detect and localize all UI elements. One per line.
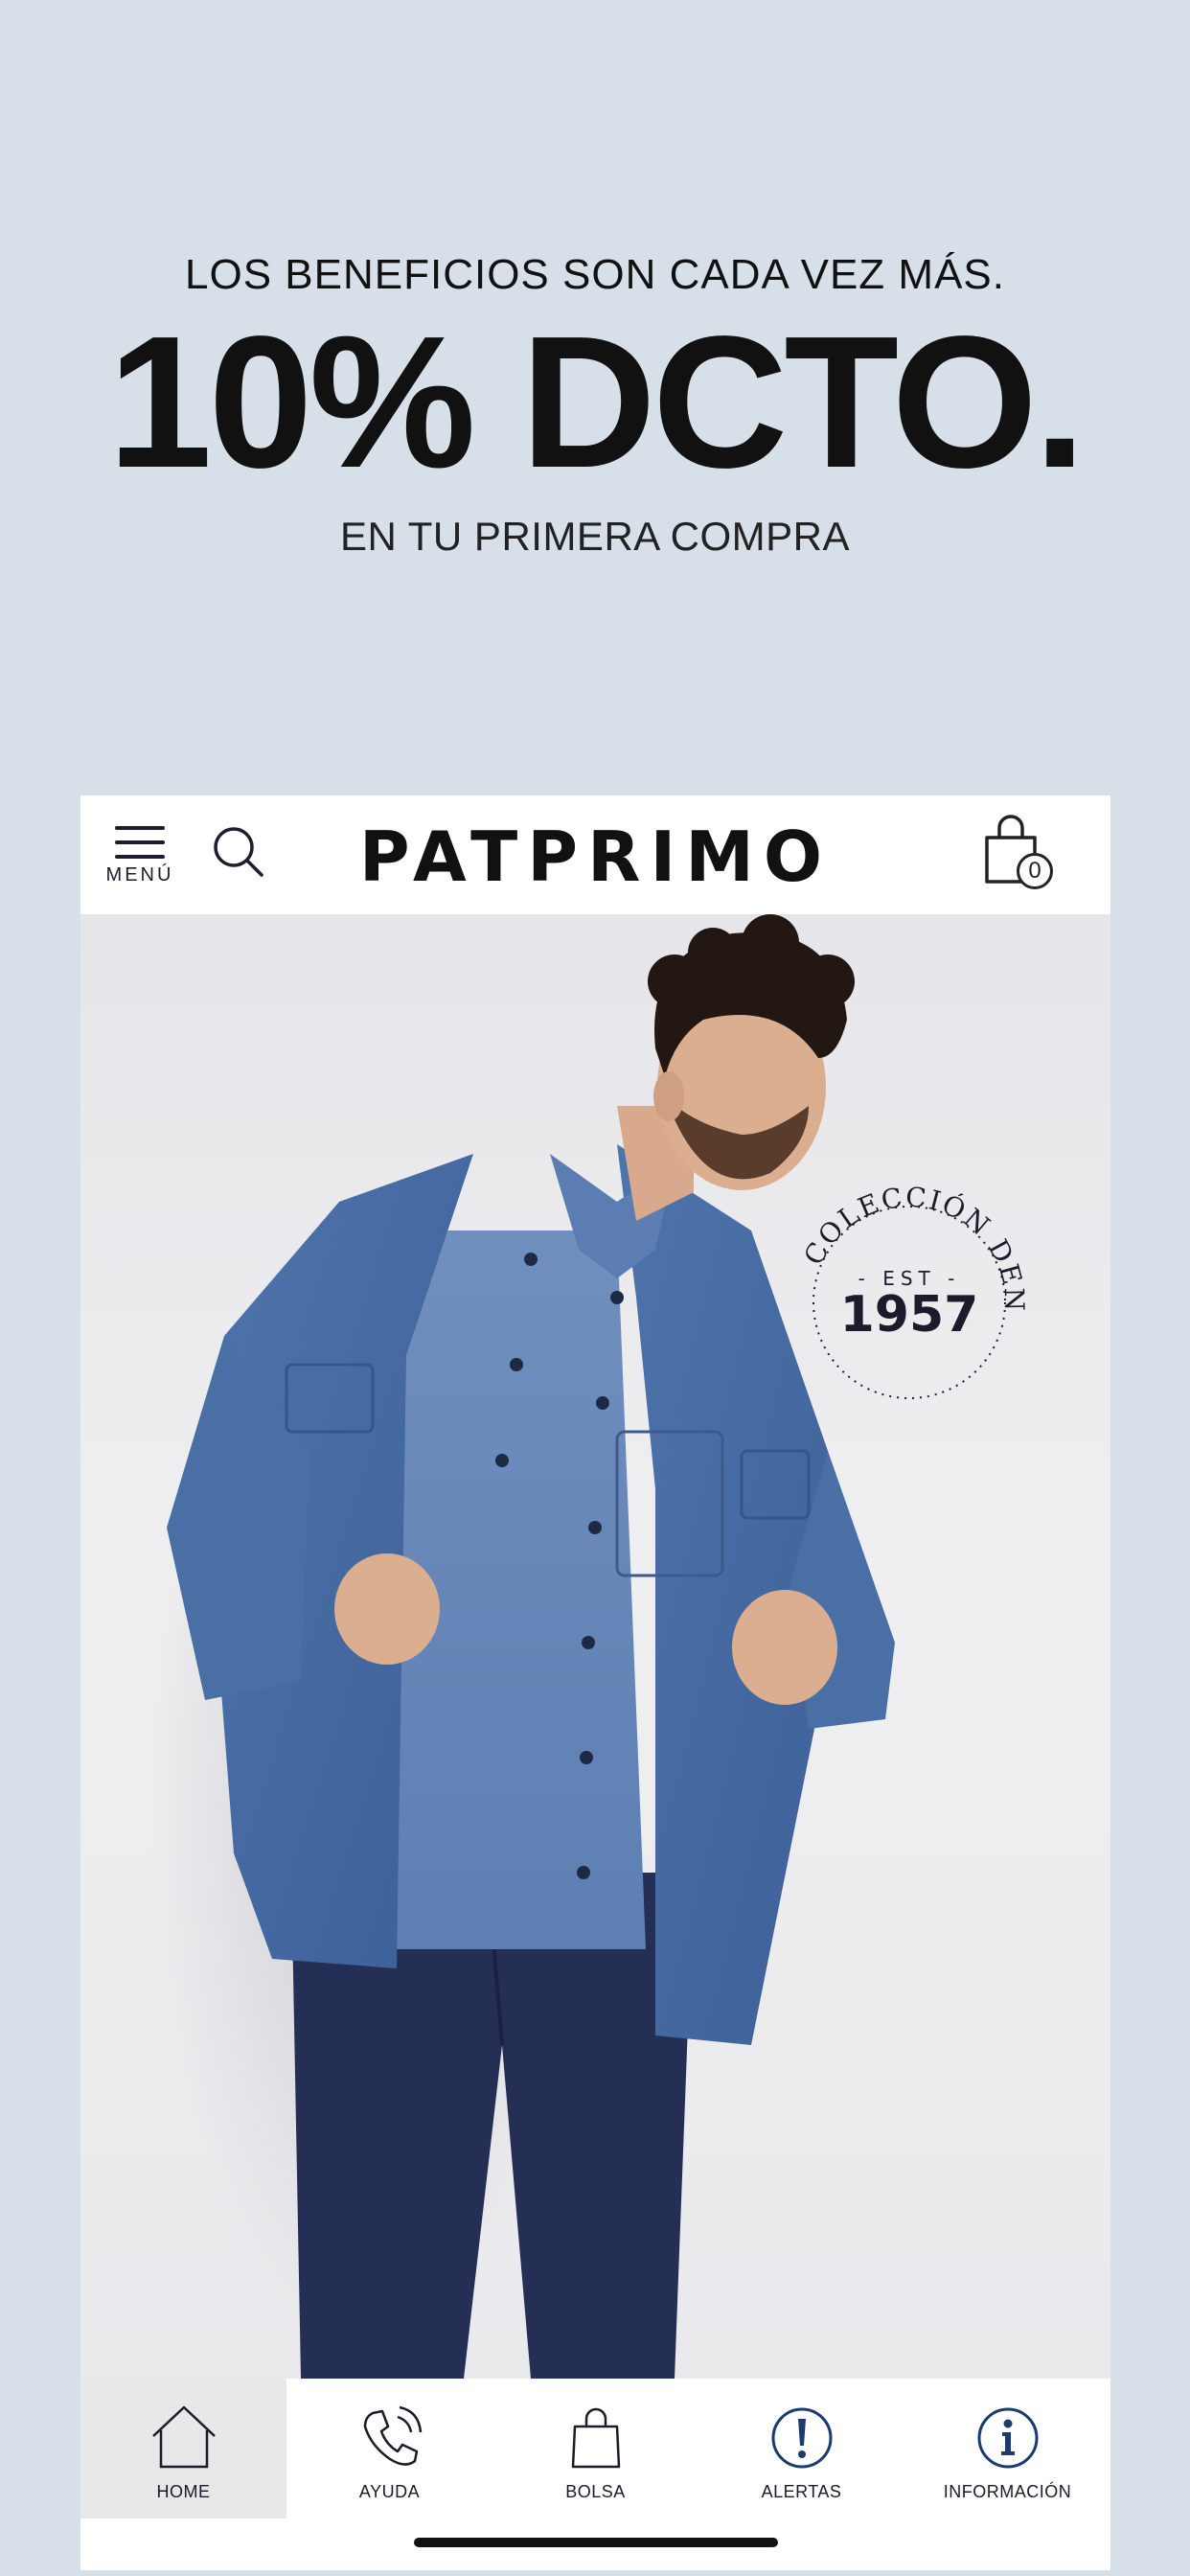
info-icon [977,2407,1038,2469]
tab-ayuda[interactable]: AYUDA [286,2379,492,2518]
phone-icon [363,2405,422,2466]
cart-count-badge: 0 [1017,853,1053,889]
tab-informacion[interactable]: INFORMACIÓN [904,2379,1110,2518]
tab-home[interactable]: HOME [80,2379,286,2518]
alert-icon [771,2407,832,2469]
stamp-year: 1957 [839,1286,979,1344]
tab-ayuda-label: AYUDA [358,2482,421,2501]
model-denim-illustration [148,914,895,2379]
denim-collection-stamp: COLECCIÓN DENIM - EST - 1957 [790,1183,1029,1422]
promo-caption: EN TU PRIMERA COMPRA [340,514,850,559]
cart-button[interactable]: 0 [981,815,1058,891]
app-header: MENÚ PATPRIMO 0 [80,795,1110,914]
tab-home-label: HOME [156,2482,211,2501]
promo-headline: 10% DCTO. [107,297,1087,507]
home-indicator[interactable] [414,2538,778,2547]
app-screenshot: MENÚ PATPRIMO 0 COLECCIÓN DEN - EST - 19… [80,795,1110,2570]
tab-informacion-label: INFORMACIÓN [943,2482,1072,2501]
promo-subtitle: LOS BENEFICIOS SON CADA VEZ MÁS. [185,251,1005,298]
tab-bolsa[interactable]: BOLSA [492,2379,698,2518]
tab-alertas-label: ALERTAS [761,2482,842,2501]
hero-banner[interactable]: COLECCIÓN DENIM - EST - 1957 [80,914,1110,2379]
tab-bolsa-label: BOLSA [565,2482,626,2501]
bag-icon [571,2407,620,2469]
tab-alertas[interactable]: ALERTAS [698,2379,904,2518]
home-icon [151,2405,216,2469]
brand-logo[interactable]: PATPRIMO [80,816,1110,897]
